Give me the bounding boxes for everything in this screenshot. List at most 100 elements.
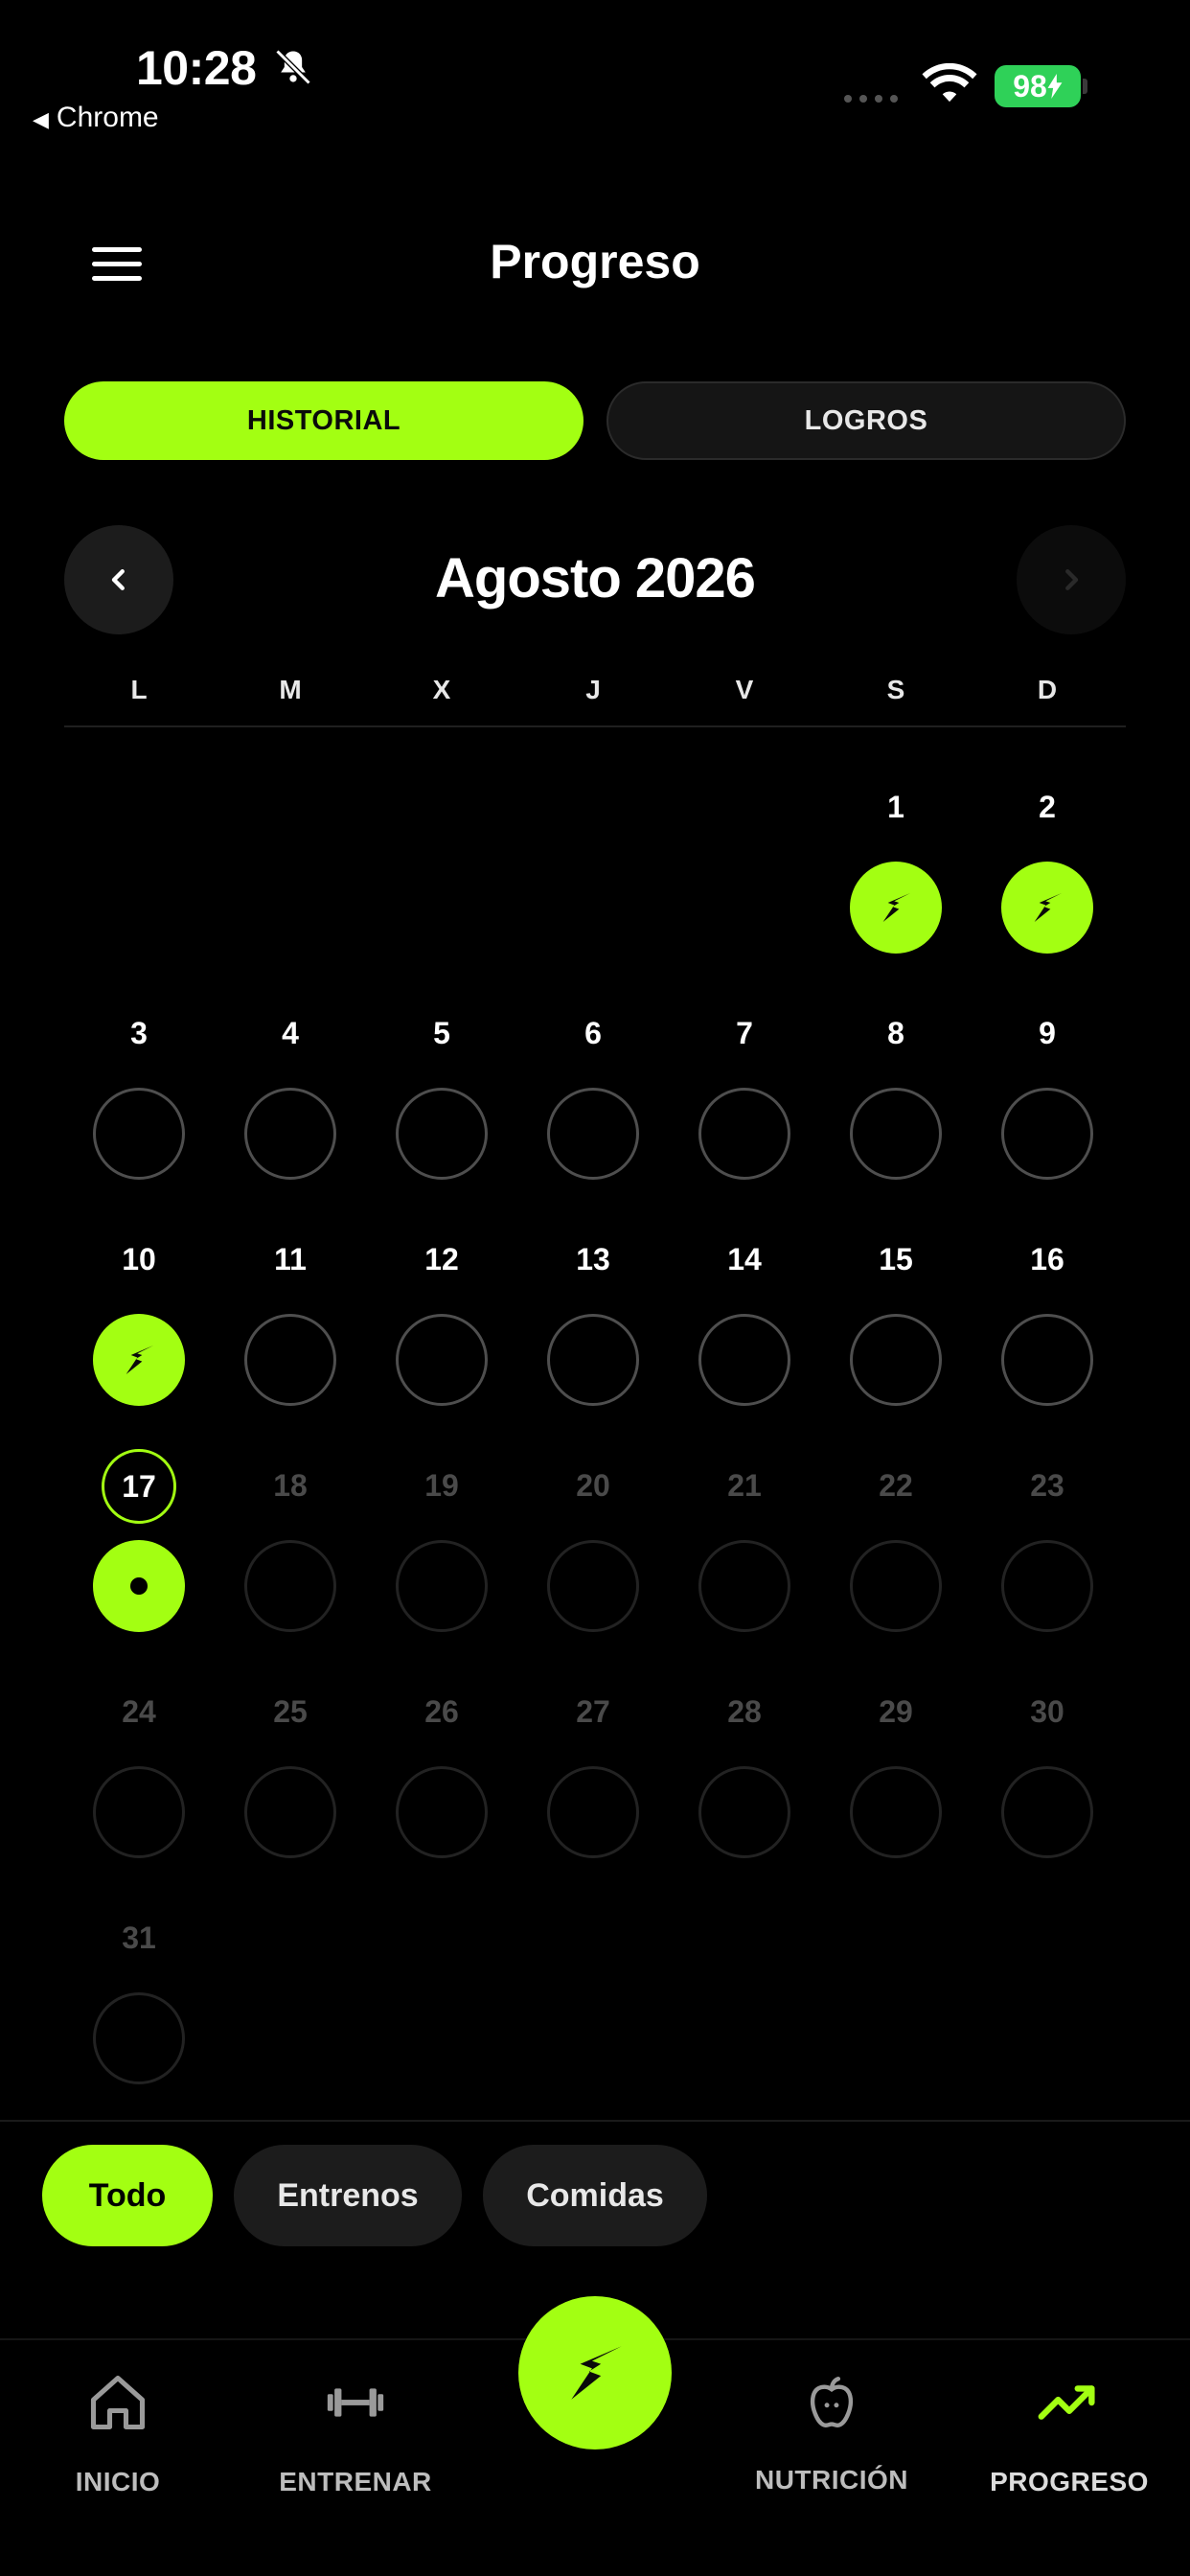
calendar-day-number[interactable]: 11 bbox=[252, 1242, 329, 1277]
day-completed-marker[interactable] bbox=[1001, 862, 1093, 954]
tab-progreso[interactable]: PROGRESO bbox=[973, 2369, 1165, 2497]
day-empty-marker[interactable] bbox=[244, 1314, 336, 1406]
calendar-day-number[interactable]: 9 bbox=[1009, 1016, 1086, 1051]
day-future-marker[interactable] bbox=[850, 1766, 942, 1858]
day-empty-marker[interactable] bbox=[850, 1088, 942, 1180]
day-future-marker[interactable] bbox=[244, 1540, 336, 1632]
calendar-day-number[interactable]: 27 bbox=[555, 1694, 631, 1730]
day-future-marker[interactable] bbox=[1001, 1540, 1093, 1632]
weekday-label: S bbox=[886, 675, 905, 704]
calendar-day-number[interactable]: 8 bbox=[858, 1016, 934, 1051]
filter-comidas-chip[interactable]: Comidas bbox=[483, 2145, 707, 2246]
day-future-marker[interactable] bbox=[396, 1766, 488, 1858]
tab-nutricion-label: NUTRICIÓN bbox=[754, 2465, 909, 2495]
calendar-day-number[interactable]: 22 bbox=[858, 1468, 934, 1504]
back-triangle-icon: ◀ bbox=[33, 107, 49, 131]
filter-entrenos-chip[interactable]: Entrenos bbox=[234, 2145, 462, 2246]
calendar-day-number[interactable]: 6 bbox=[555, 1016, 631, 1051]
day-empty-marker[interactable] bbox=[396, 1314, 488, 1406]
day-future-marker[interactable] bbox=[547, 1766, 639, 1858]
current-dot bbox=[130, 1577, 148, 1595]
bolt-logo-icon bbox=[126, 1346, 153, 1374]
day-completed-marker[interactable] bbox=[93, 1314, 185, 1406]
calendar-day-today[interactable]: 17 bbox=[102, 1449, 176, 1524]
day-future-marker[interactable] bbox=[396, 1540, 488, 1632]
home-icon bbox=[84, 2369, 151, 2436]
day-future-marker[interactable] bbox=[850, 1540, 942, 1632]
calendar-day-number[interactable]: 24 bbox=[101, 1694, 177, 1730]
calendar-day-number[interactable]: 31 bbox=[101, 1920, 177, 1956]
calendar-day-number[interactable]: 14 bbox=[706, 1242, 783, 1277]
bolt-logo-icon bbox=[1034, 893, 1062, 922]
tab-inicio[interactable]: INICIO bbox=[22, 2369, 214, 2497]
day-empty-marker[interactable] bbox=[698, 1314, 790, 1406]
filter-todo-chip[interactable]: Todo bbox=[42, 2145, 213, 2246]
status-time: 10:28 bbox=[136, 41, 257, 95]
calendar-day-number[interactable]: 30 bbox=[1009, 1694, 1086, 1730]
day-empty-marker[interactable] bbox=[1001, 1088, 1093, 1180]
day-future-marker[interactable] bbox=[1001, 1766, 1093, 1858]
calendar-day-number[interactable]: 26 bbox=[403, 1694, 480, 1730]
calendar-day-number[interactable]: 23 bbox=[1009, 1468, 1086, 1504]
calendar-day-number[interactable]: 18 bbox=[252, 1468, 329, 1504]
tab-entrenar-label: ENTRENAR bbox=[279, 2467, 432, 2496]
next-month-button[interactable] bbox=[1017, 525, 1126, 634]
calendar-day-number[interactable]: 5 bbox=[403, 1016, 480, 1051]
battery-level: 98 bbox=[1013, 68, 1047, 104]
tab-nutricion[interactable]: NUTRICIÓN bbox=[736, 2369, 927, 2496]
day-completed-marker[interactable] bbox=[850, 862, 942, 954]
calendar-day-number[interactable]: 7 bbox=[706, 1016, 783, 1051]
calendar-day-number[interactable]: 3 bbox=[101, 1016, 177, 1051]
day-empty-marker[interactable] bbox=[547, 1314, 639, 1406]
calendar-day-number[interactable]: 13 bbox=[555, 1242, 631, 1277]
tab-historial[interactable]: HISTORIAL bbox=[64, 381, 584, 460]
back-to-app-link[interactable]: ◀ Chrome bbox=[33, 102, 159, 134]
day-future-marker[interactable] bbox=[93, 1992, 185, 2084]
charging-bolt-icon bbox=[1047, 74, 1063, 99]
chevron-right-icon bbox=[1065, 569, 1079, 590]
calendar-day-number[interactable]: 4 bbox=[252, 1016, 329, 1051]
calendar-day-number[interactable]: 20 bbox=[555, 1468, 631, 1504]
tab-logros[interactable]: LOGROS bbox=[606, 381, 1126, 460]
tab-inicio-label: INICIO bbox=[75, 2467, 161, 2496]
back-app-label: Chrome bbox=[56, 102, 159, 133]
calendar-day-number[interactable]: 29 bbox=[858, 1694, 934, 1730]
day-empty-marker[interactable] bbox=[698, 1088, 790, 1180]
weekday-label: V bbox=[735, 675, 754, 704]
day-future-marker[interactable] bbox=[244, 1766, 336, 1858]
calendar-day-number[interactable]: 1 bbox=[858, 790, 934, 825]
calendar-day-number[interactable]: 2 bbox=[1009, 790, 1086, 825]
dumbbell-icon bbox=[322, 2369, 389, 2436]
filter-divider bbox=[0, 2120, 1190, 2122]
day-future-marker[interactable] bbox=[93, 1766, 185, 1858]
tab-progreso-label: PROGRESO bbox=[990, 2467, 1149, 2496]
apple-icon bbox=[798, 2369, 865, 2436]
cellular-signal-icon bbox=[844, 95, 898, 103]
tab-entrenar[interactable]: ENTRENAR bbox=[260, 2369, 451, 2497]
day-future-marker[interactable] bbox=[547, 1540, 639, 1632]
calendar-day-number[interactable]: 15 bbox=[858, 1242, 934, 1277]
trending-up-icon bbox=[1036, 2369, 1103, 2436]
bolt-logo-icon bbox=[571, 2346, 622, 2400]
day-empty-marker[interactable] bbox=[850, 1314, 942, 1406]
weekday-label: J bbox=[585, 675, 601, 704]
bolt-logo-fab-button[interactable] bbox=[518, 2296, 672, 2450]
day-current-marker[interactable] bbox=[93, 1540, 185, 1632]
calendar-day-number[interactable]: 21 bbox=[706, 1468, 783, 1504]
day-empty-marker[interactable] bbox=[93, 1088, 185, 1180]
calendar-day-number[interactable]: 10 bbox=[101, 1242, 177, 1277]
day-future-marker[interactable] bbox=[698, 1540, 790, 1632]
day-empty-marker[interactable] bbox=[244, 1088, 336, 1180]
day-empty-marker[interactable] bbox=[547, 1088, 639, 1180]
calendar-day-number[interactable]: 19 bbox=[403, 1468, 480, 1504]
calendar-day-number[interactable]: 28 bbox=[706, 1694, 783, 1730]
day-future-marker[interactable] bbox=[698, 1766, 790, 1858]
calendar-day-number[interactable]: 16 bbox=[1009, 1242, 1086, 1277]
calendar-day-number[interactable]: 25 bbox=[252, 1694, 329, 1730]
battery-tip bbox=[1083, 79, 1087, 94]
day-empty-marker[interactable] bbox=[1001, 1314, 1093, 1406]
wifi-icon bbox=[922, 63, 977, 103]
day-empty-marker[interactable] bbox=[396, 1088, 488, 1180]
calendar-day-number[interactable]: 12 bbox=[403, 1242, 480, 1277]
page-title: Progreso bbox=[490, 235, 700, 288]
